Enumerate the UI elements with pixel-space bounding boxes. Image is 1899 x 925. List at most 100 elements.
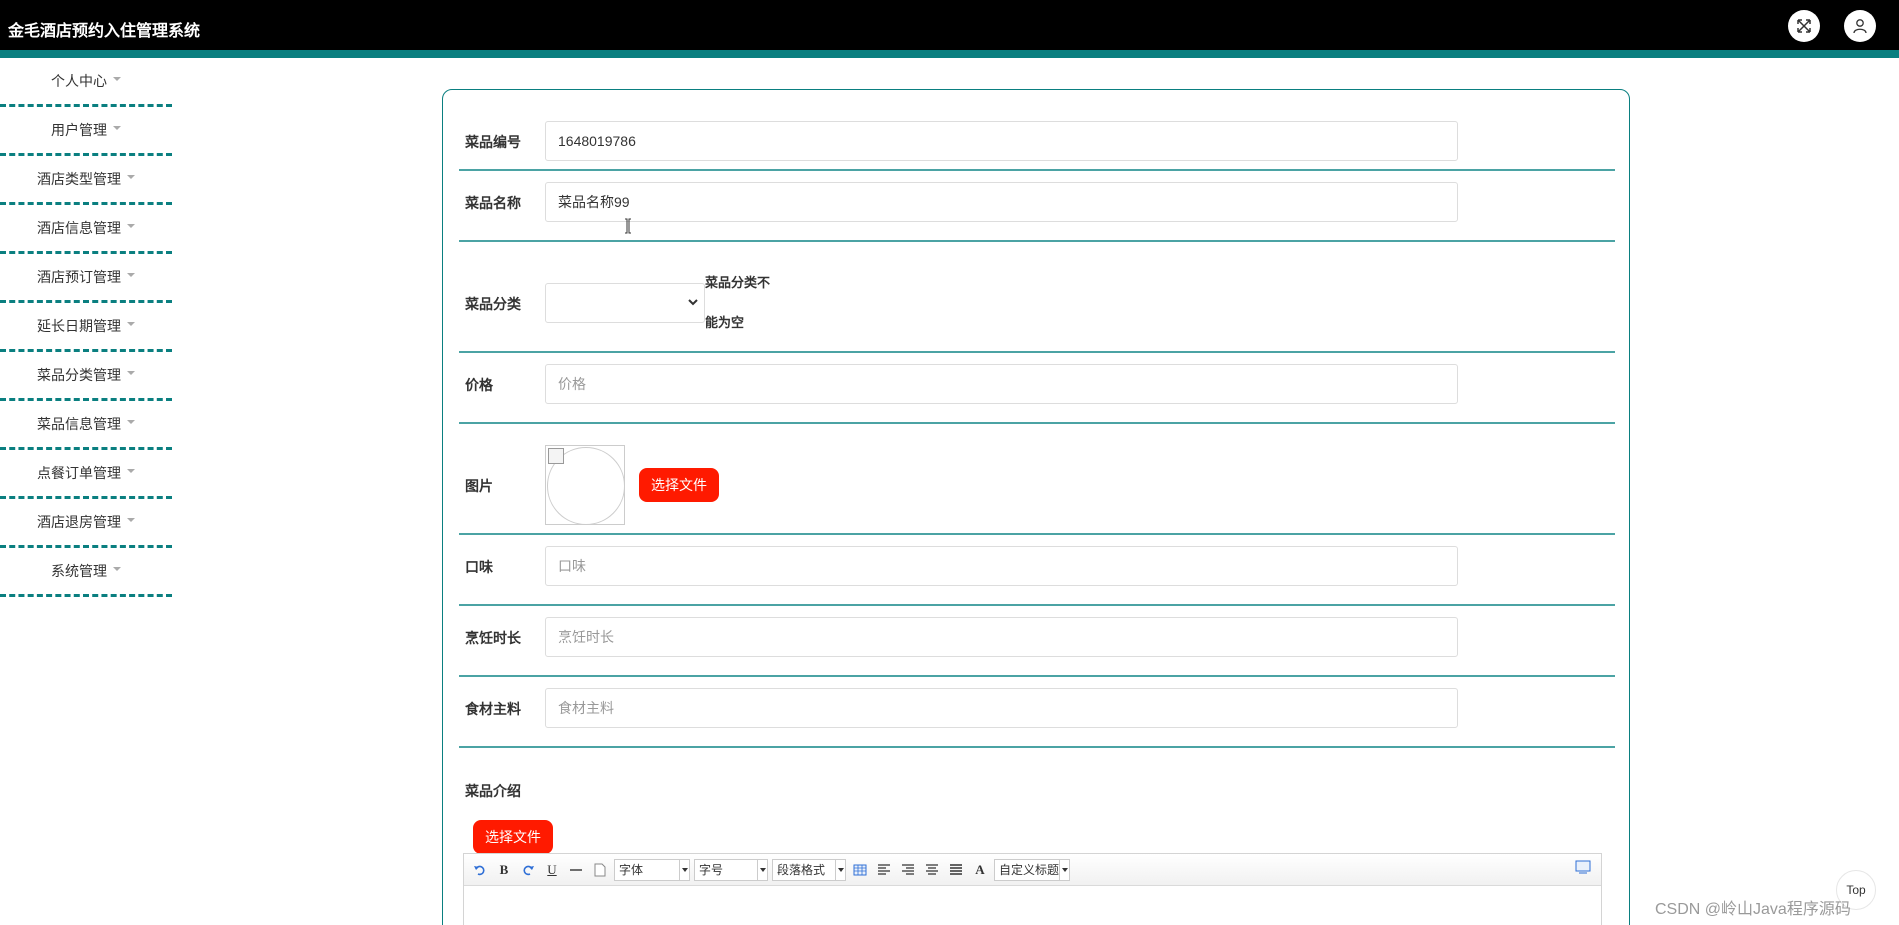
sidebar-item-user-management[interactable]: 用户管理 [0, 107, 172, 156]
cook-time-input[interactable] [545, 617, 1458, 657]
caret-down-icon [127, 371, 135, 375]
sidebar-item-food-order[interactable]: 点餐订单管理 [0, 450, 172, 499]
size-combo-label: 字号 [699, 863, 724, 877]
table-icon[interactable] [850, 860, 870, 880]
caret-down-icon [127, 175, 135, 179]
underline-button[interactable]: U [542, 860, 562, 880]
dish-name-input[interactable] [545, 182, 1458, 222]
form-row-taste: 口味 [459, 535, 1615, 606]
sidebar-item-label: 用户管理 [51, 122, 107, 138]
field-label: 图片 [465, 478, 493, 494]
dish-code-input[interactable] [545, 121, 1458, 161]
sidebar-item-label: 个人中心 [51, 73, 107, 89]
text-cursor-icon [625, 218, 631, 234]
form-row-cook-time: 烹饪时长 [459, 606, 1615, 677]
image-preview [545, 445, 625, 525]
top-navbar: 金毛酒店预约入住管理系统 [0, 0, 1899, 50]
sidebar-item-label: 酒店预订管理 [37, 269, 121, 285]
sidebar-item-label: 延长日期管理 [37, 318, 121, 334]
document-icon[interactable] [590, 860, 610, 880]
form-row-price: 价格 [459, 353, 1615, 424]
field-label: 口味 [465, 559, 493, 575]
fullscreen-icon [1797, 19, 1811, 33]
caret-down-icon [127, 518, 135, 522]
sidebar-item-hotel-info[interactable]: 酒店信息管理 [0, 205, 172, 254]
field-label: 价格 [465, 377, 493, 393]
form-row-category: 菜品分类 菜品分类不 能为空 [459, 242, 1615, 353]
align-justify-icon[interactable] [946, 860, 966, 880]
dropdown-arrow-icon [757, 859, 767, 880]
user-button[interactable] [1844, 10, 1876, 42]
sidebar-item-personal-center[interactable]: 个人中心 [0, 58, 172, 107]
form-row-ingredients: 食材主料 [459, 677, 1615, 748]
caret-down-icon [127, 273, 135, 277]
horizontal-rule-icon[interactable] [566, 860, 586, 880]
field-label: 菜品分类 [465, 296, 521, 312]
intro-choose-file-button[interactable]: 选择文件 [473, 820, 553, 854]
user-icon [1853, 19, 1867, 34]
field-label: 菜品名称 [465, 195, 521, 211]
watermark-text: CSDN @岭山Java程序源码 [1655, 901, 1851, 918]
sidebar-item-dish-info[interactable]: 菜品信息管理 [0, 401, 172, 450]
rich-text-editor: B U 字体 字号 段落格式 A 自定义标题 [463, 853, 1602, 925]
editor-toolbar: B U 字体 字号 段落格式 A 自定义标题 [464, 854, 1601, 886]
align-right-icon[interactable] [898, 860, 918, 880]
sidebar-item-label: 酒店信息管理 [37, 220, 121, 236]
caret-down-icon [113, 126, 121, 130]
intro-label: 菜品介绍 [465, 783, 521, 799]
sidebar-item-label: 酒店退房管理 [37, 514, 121, 530]
category-error-line1: 菜品分类不 [705, 275, 771, 290]
para-combo-label: 段落格式 [777, 863, 826, 877]
sidebar: 个人中心 用户管理 酒店类型管理 酒店信息管理 酒店预订管理 延长日期管理 菜品… [0, 58, 172, 597]
bold-button[interactable]: B [494, 860, 514, 880]
align-left-icon[interactable] [874, 860, 894, 880]
form-row-code: 菜品编号 [459, 90, 1615, 171]
sidebar-item-label: 酒店类型管理 [37, 171, 121, 187]
paragraph-format-combo[interactable]: 段落格式 [772, 858, 846, 881]
ingredients-input[interactable] [545, 688, 1458, 728]
sidebar-item-hotel-type[interactable]: 酒店类型管理 [0, 156, 172, 205]
app-title: 金毛酒店预约入住管理系统 [8, 23, 201, 40]
sidebar-item-label: 点餐订单管理 [37, 465, 121, 481]
font-size-combo[interactable]: 字号 [694, 858, 768, 881]
sidebar-item-hotel-booking[interactable]: 酒店预订管理 [0, 254, 172, 303]
redo-icon[interactable] [518, 860, 538, 880]
field-label: 烹饪时长 [465, 630, 521, 646]
form-row-name: 菜品名称 [459, 171, 1615, 242]
fullscreen-button[interactable] [1788, 10, 1820, 42]
caret-down-icon [113, 77, 121, 81]
dropdown-arrow-icon [679, 859, 689, 880]
custom-heading-combo[interactable]: 自定义标题 [994, 858, 1070, 881]
sidebar-item-extend-date[interactable]: 延长日期管理 [0, 303, 172, 352]
field-label: 菜品编号 [465, 134, 521, 150]
sidebar-item-label: 系统管理 [51, 563, 107, 579]
chevron-down-icon [688, 299, 698, 306]
font-family-combo[interactable]: 字体 [614, 858, 690, 881]
taste-input[interactable] [545, 546, 1458, 586]
font-color-button[interactable]: A [970, 860, 990, 880]
custom-combo-label: 自定义标题 [999, 863, 1060, 877]
dropdown-arrow-icon [835, 859, 845, 880]
broken-image-icon [548, 448, 564, 464]
dropdown-arrow-icon [1059, 859, 1069, 880]
topbar-accent-strip [0, 50, 1899, 58]
price-input[interactable] [545, 364, 1458, 404]
dish-form-card: 菜品编号 菜品名称 菜品分类 菜品分类不 能为空 价格 图片 选择文件 口味 烹… [442, 89, 1630, 925]
sidebar-item-label: 菜品分类管理 [37, 367, 121, 383]
undo-icon[interactable] [470, 860, 490, 880]
font-combo-label: 字体 [619, 863, 644, 877]
sidebar-item-checkout[interactable]: 酒店退房管理 [0, 499, 172, 548]
caret-down-icon [113, 567, 121, 571]
field-label: 食材主料 [465, 701, 521, 717]
align-center-icon[interactable] [922, 860, 942, 880]
image-choose-file-button[interactable]: 选择文件 [639, 468, 719, 502]
caret-down-icon [127, 224, 135, 228]
category-error-line2: 能为空 [705, 315, 745, 330]
sidebar-item-system[interactable]: 系统管理 [0, 548, 172, 597]
caret-down-icon [127, 469, 135, 473]
caret-down-icon [127, 420, 135, 424]
sidebar-item-dish-category[interactable]: 菜品分类管理 [0, 352, 172, 401]
preview-icon[interactable] [1575, 860, 1591, 879]
dish-category-select[interactable] [545, 283, 705, 323]
sidebar-item-label: 菜品信息管理 [37, 416, 121, 432]
